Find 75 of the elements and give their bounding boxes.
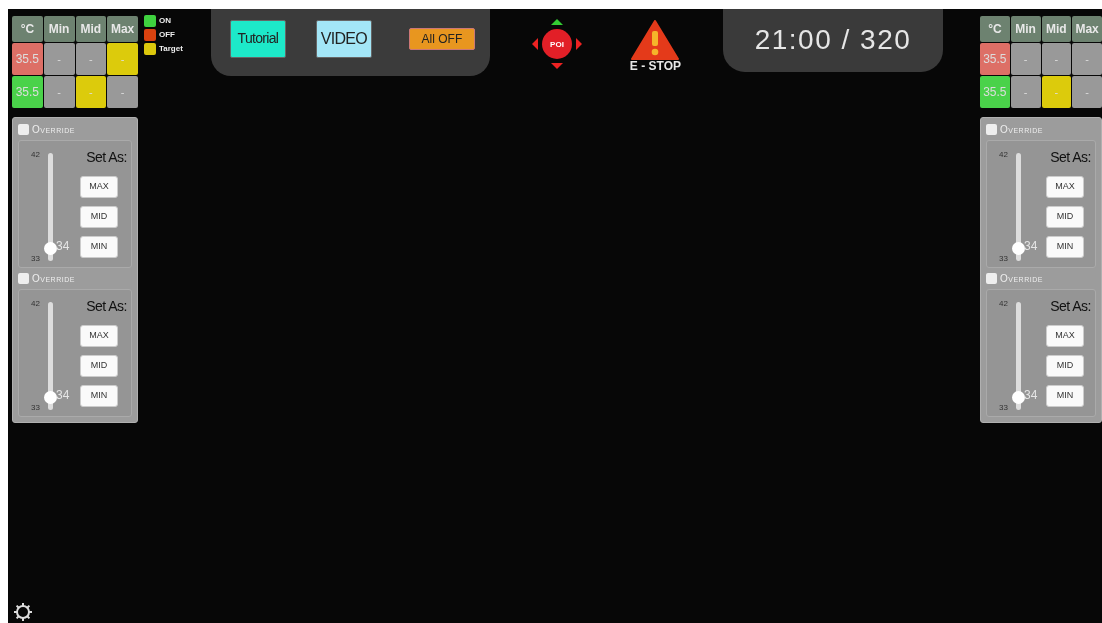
set-button[interactable]: MID [1046, 206, 1084, 228]
override-checkbox[interactable] [986, 124, 997, 135]
slider-min-label: 33 [31, 253, 40, 265]
set-button[interactable]: MIN [80, 385, 118, 407]
slider-thumb[interactable] [1012, 391, 1025, 405]
set-as-label: Set As: [86, 297, 127, 316]
override-label: Override [1000, 272, 1043, 286]
table-cell: - [75, 76, 107, 108]
slider-min-label: 33 [999, 402, 1008, 414]
override-checkbox[interactable] [986, 273, 997, 284]
table-cell: - [107, 76, 138, 108]
table-cell: - [107, 43, 138, 75]
override-label: Override [32, 272, 75, 286]
table-cell: - [1041, 76, 1072, 108]
slider-min-label: 33 [31, 402, 40, 414]
set-button[interactable]: MID [80, 206, 118, 228]
column-header: Mid [1041, 16, 1072, 42]
slider-thumb[interactable] [44, 242, 57, 256]
table-cell: - [75, 43, 107, 75]
override-label: Override [1000, 123, 1043, 137]
settings-icon[interactable] [13, 601, 33, 622]
column-header: °C [12, 16, 43, 42]
set-button[interactable]: MAX [80, 325, 118, 347]
set-as-label: Set As: [1050, 297, 1091, 316]
table-cell: - [1072, 76, 1102, 108]
column-header: Max [1072, 16, 1102, 42]
poi-joystick[interactable]: POI [531, 19, 582, 69]
legend-label: Target [159, 43, 183, 55]
slider-value: 34 [56, 238, 70, 256]
temperature-cell: 35.5 [980, 43, 1010, 75]
table-cell: - [43, 43, 75, 75]
table-cell: - [43, 76, 75, 108]
column-header: °C [980, 16, 1010, 42]
slider-thumb[interactable] [44, 391, 57, 405]
slider-value: 34 [1024, 387, 1038, 405]
slider-value: 34 [1024, 238, 1038, 256]
override-checkbox[interactable] [18, 273, 29, 284]
set-as-label: Set As: [86, 148, 127, 167]
table-cell: - [1010, 76, 1041, 108]
slider-max-label: 42 [31, 149, 40, 161]
legend-label: OFF [159, 29, 175, 41]
set-button[interactable]: MIN [80, 236, 118, 258]
table-cell: - [1010, 43, 1041, 75]
set-button[interactable]: MIN [1046, 236, 1084, 258]
legend-label: ON [159, 15, 171, 27]
table-cell: - [1072, 43, 1102, 75]
toolbar-button[interactable]: VIDEO [315, 19, 372, 58]
set-as-label: Set As: [1050, 148, 1091, 167]
slider-thumb[interactable] [1012, 242, 1025, 256]
set-button[interactable]: MIN [1046, 385, 1084, 407]
slider-max-label: 42 [31, 298, 40, 310]
toolbar-button[interactable]: All OFF [409, 27, 475, 50]
slider-min-label: 33 [999, 253, 1008, 265]
toolbar-button[interactable]: Tutorial [229, 19, 286, 58]
set-button[interactable]: MAX [1046, 325, 1084, 347]
slider-max-label: 42 [999, 298, 1008, 310]
column-header: Max [107, 16, 138, 42]
set-button[interactable]: MAX [1046, 176, 1084, 198]
slider-max-label: 42 [999, 149, 1008, 161]
temperature-cell: 35.5 [12, 76, 43, 108]
set-button[interactable]: MID [1046, 355, 1084, 377]
slider-value: 34 [56, 387, 70, 405]
temperature-cell: 35.5 [980, 76, 1010, 108]
temperature-cell: 35.5 [12, 43, 43, 75]
column-header: Mid [75, 16, 107, 42]
clock-text: 21:00 / 320 [754, 23, 912, 57]
set-button[interactable]: MAX [80, 176, 118, 198]
e-stop-label: E - STOP [629, 58, 681, 75]
warning-icon[interactable] [631, 20, 680, 60]
override-checkbox[interactable] [18, 124, 29, 135]
override-label: Override [32, 123, 75, 137]
set-button[interactable]: MID [80, 355, 118, 377]
column-header: Min [1010, 16, 1041, 42]
column-header: Min [43, 16, 75, 42]
table-cell: - [1041, 43, 1072, 75]
